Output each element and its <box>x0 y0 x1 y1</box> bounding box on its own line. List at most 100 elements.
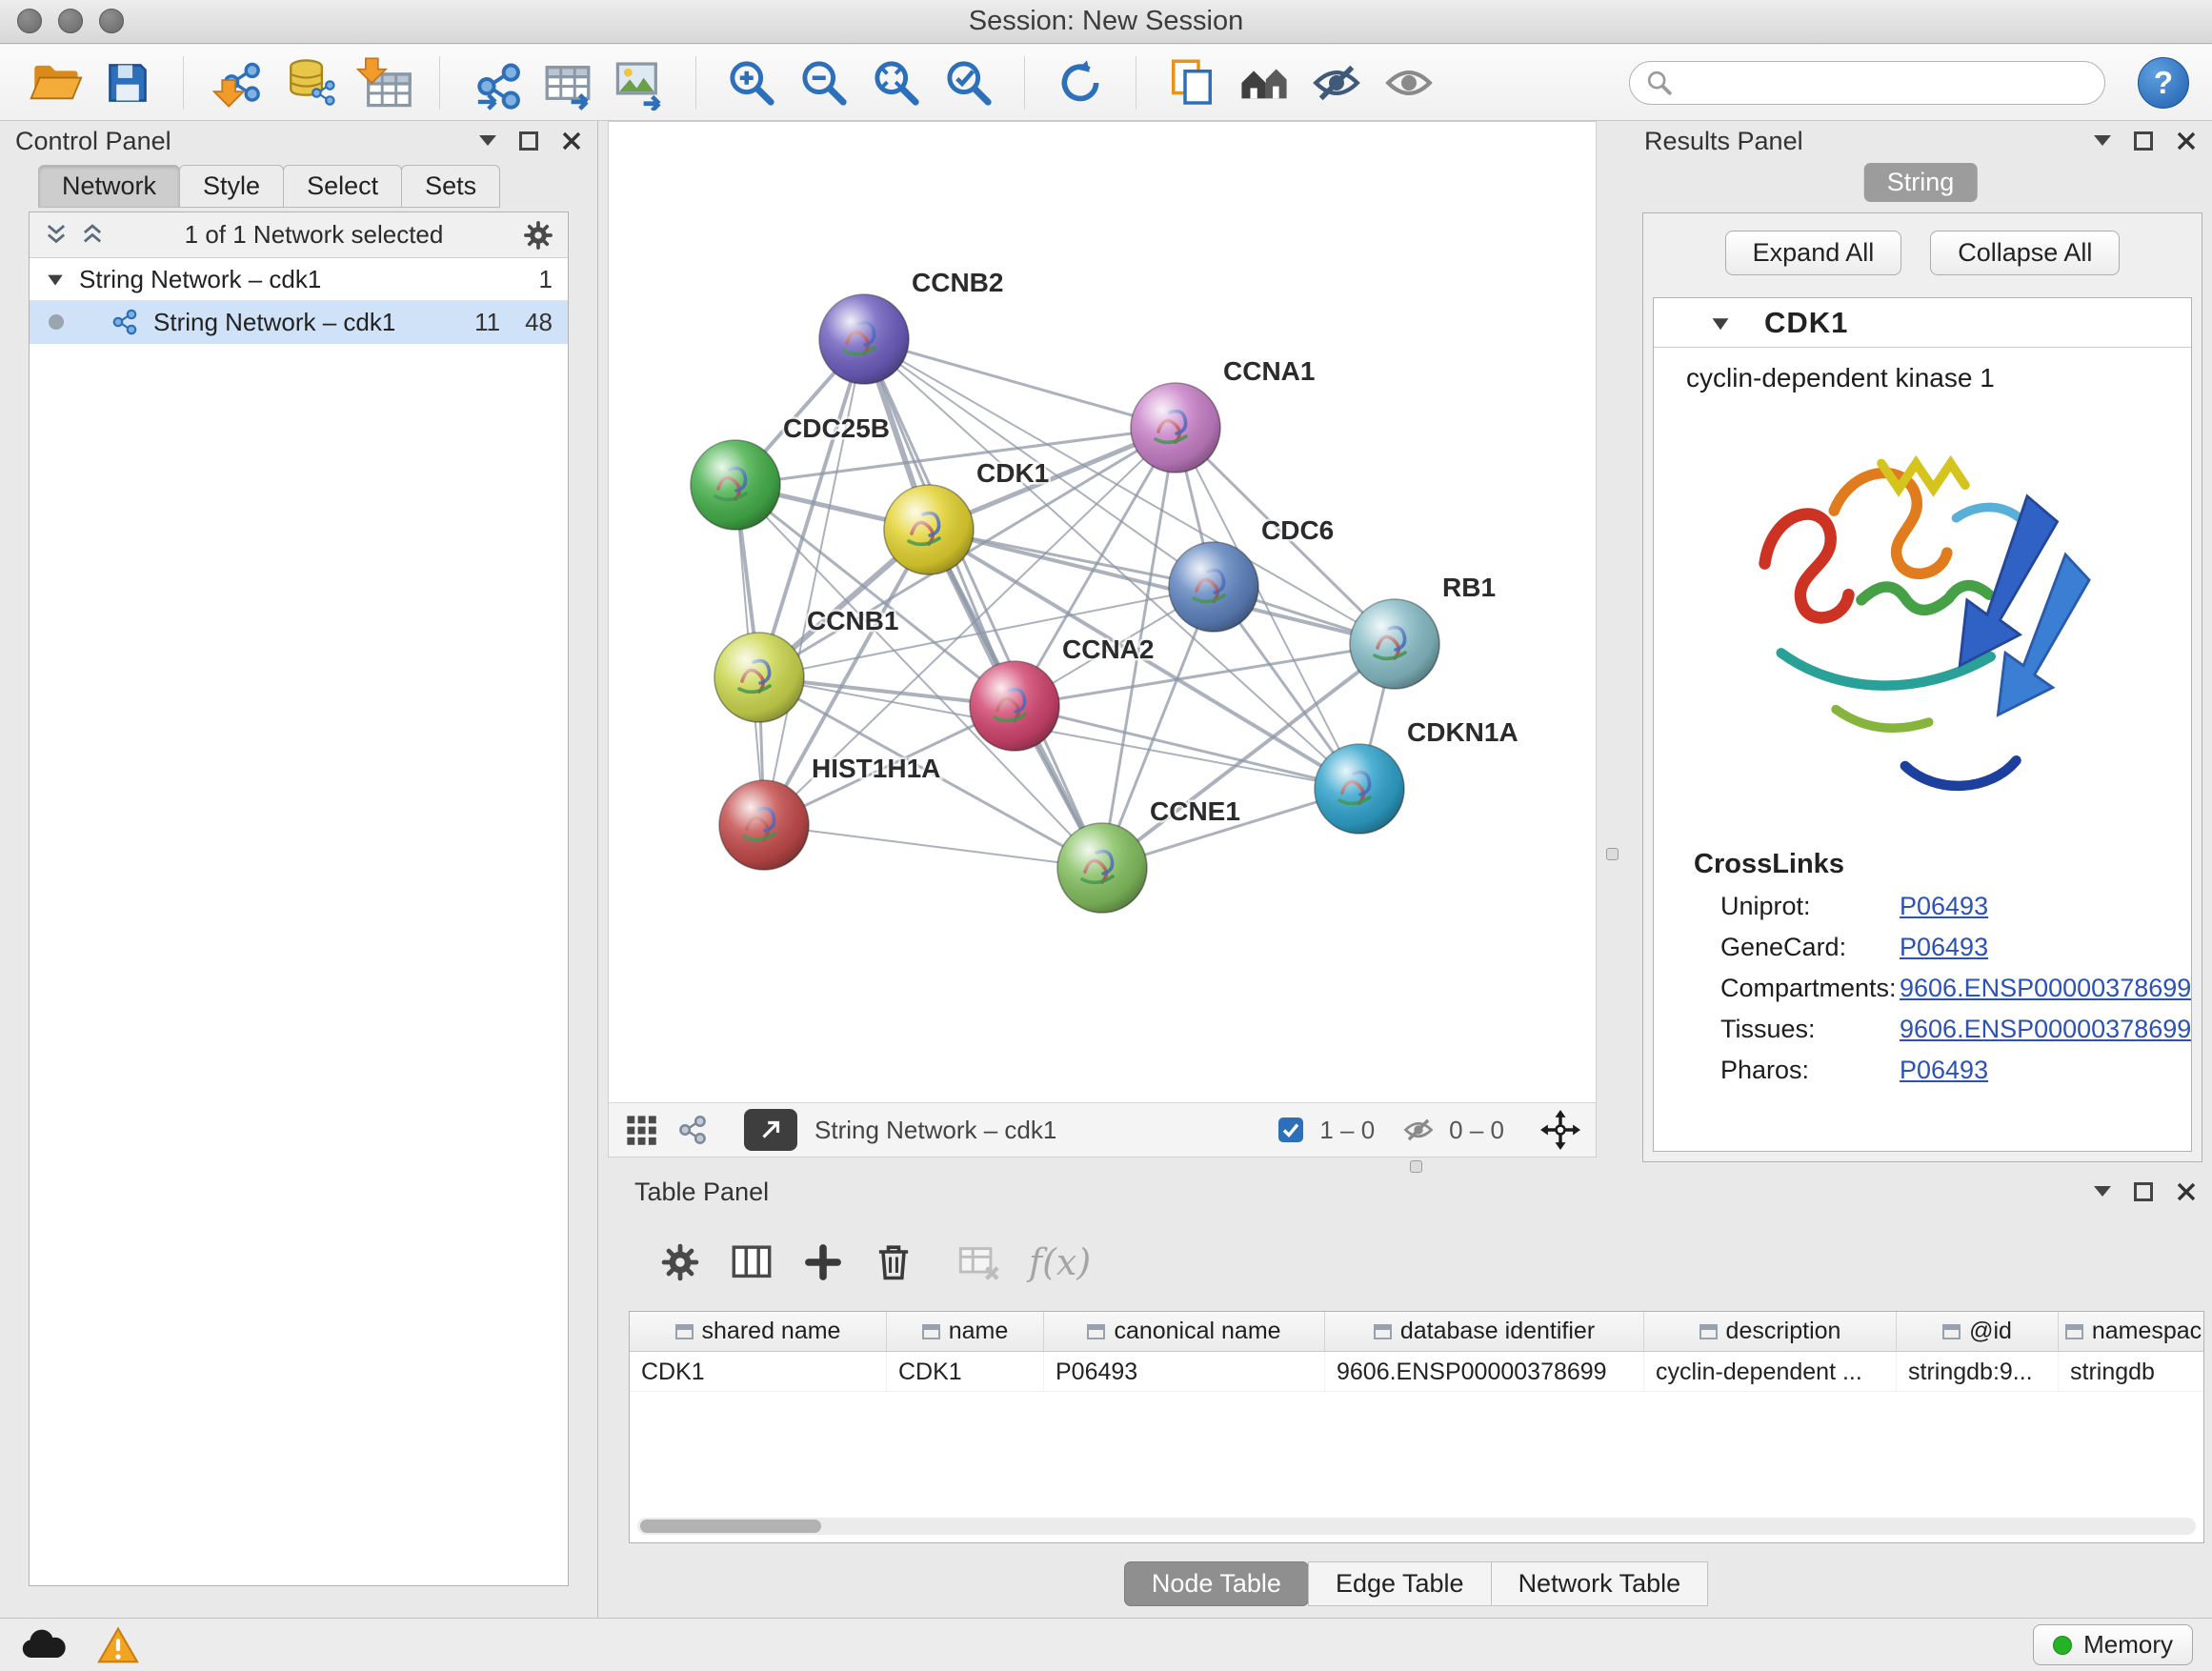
tab-sets[interactable]: Sets <box>401 165 500 208</box>
column-header-database-identifier[interactable]: database identifier <box>1325 1312 1644 1351</box>
panel-collapse-icon[interactable] <box>2094 135 2111 154</box>
network-edge[interactable] <box>764 339 864 825</box>
table-settings-gear-icon[interactable] <box>659 1241 701 1283</box>
minimize-window-button[interactable] <box>58 9 83 33</box>
show-graphics-button[interactable] <box>1377 50 1441 115</box>
close-window-button[interactable] <box>17 9 42 33</box>
table-cell[interactable]: stringdb <box>2059 1352 2204 1391</box>
column-header-namespac[interactable]: namespac <box>2059 1312 2204 1351</box>
help-button[interactable]: ? <box>2138 57 2189 109</box>
network-node-cdc6[interactable]: CDC6 <box>1169 515 1334 632</box>
network-canvas[interactable]: CCNB2CCNA1CDC25BCDK1CDC6RB1CCNB1CCNA2CDK… <box>609 122 1596 1102</box>
panel-float-icon[interactable] <box>519 131 538 151</box>
zoom-out-button[interactable] <box>792 50 856 115</box>
crosslink-value-link[interactable]: P06493 <box>1900 1056 1988 1085</box>
cloud-icon[interactable] <box>19 1626 69 1664</box>
panel-float-icon[interactable] <box>2134 1182 2153 1201</box>
collapse-all-button[interactable]: Collapse All <box>1930 231 2120 275</box>
hidden-eye-slash-icon[interactable] <box>1401 1113 1436 1147</box>
crosslink-value-link[interactable]: P06493 <box>1900 892 1988 921</box>
tab-select[interactable]: Select <box>283 165 402 208</box>
grid-view-icon[interactable] <box>624 1113 658 1147</box>
node-section-header[interactable]: CDK1 <box>1654 298 2191 348</box>
detach-view-button[interactable] <box>744 1109 797 1151</box>
expand-all-icon[interactable] <box>43 222 70 249</box>
new-network-from-selection-button[interactable] <box>463 50 528 115</box>
import-network-from-file-button[interactable] <box>207 50 271 115</box>
toolbar-search[interactable] <box>1629 61 2105 105</box>
panel-collapse-icon[interactable] <box>479 135 496 154</box>
panel-close-icon[interactable] <box>2176 1181 2197 1202</box>
import-network-from-database-button[interactable] <box>279 50 344 115</box>
refresh-view-button[interactable] <box>1048 50 1113 115</box>
export-image-button[interactable] <box>608 50 673 115</box>
crosslink-value-link[interactable]: 9606.ENSP00000378699 <box>1900 1015 2191 1044</box>
network-node-ccna1[interactable]: CCNA1 <box>1131 356 1315 473</box>
column-header-name[interactable]: name <box>887 1312 1044 1351</box>
network-collection-row[interactable]: String Network – cdk1 1 <box>30 258 568 300</box>
network-edge[interactable] <box>864 339 1176 428</box>
table-cell[interactable]: 9606.ENSP00000378699 <box>1325 1352 1644 1391</box>
selected-checkbox-icon[interactable] <box>1276 1115 1306 1145</box>
table-row[interactable]: CDK1CDK1P064939606.ENSP00000378699cyclin… <box>630 1352 2203 1392</box>
network-node-cdkn1a[interactable]: CDKN1A <box>1315 717 1518 834</box>
expand-all-button[interactable]: Expand All <box>1725 231 1902 275</box>
panel-float-icon[interactable] <box>2134 131 2153 151</box>
tab-style[interactable]: Style <box>179 165 284 208</box>
network-icon[interactable] <box>675 1113 710 1147</box>
collapse-all-icon[interactable] <box>79 222 106 249</box>
import-table-from-file-button[interactable] <box>352 50 416 115</box>
gear-icon[interactable] <box>522 219 554 252</box>
panel-collapse-icon[interactable] <box>2094 1186 2111 1205</box>
table-cell[interactable]: CDK1 <box>630 1352 887 1391</box>
export-table-button[interactable] <box>535 50 600 115</box>
window-controls[interactable] <box>17 9 124 33</box>
column-header-id[interactable]: @id <box>1897 1312 2059 1351</box>
table-cell[interactable]: cyclin-dependent ... <box>1644 1352 1897 1391</box>
hide-graphics-button[interactable] <box>1304 50 1369 115</box>
network-edge[interactable] <box>764 825 1102 868</box>
section-disclosure-icon[interactable] <box>1709 312 1732 334</box>
tab-edge-table[interactable]: Edge Table <box>1308 1561 1492 1606</box>
maximize-window-button[interactable] <box>99 9 124 33</box>
tab-string[interactable]: String <box>1864 163 1978 202</box>
splitter-handle[interactable] <box>1606 848 1619 860</box>
splitter-handle[interactable] <box>1410 1160 1422 1173</box>
crosslink-value-link[interactable]: 9606.ENSP00000378699 <box>1900 974 2191 1003</box>
scrollbar-thumb[interactable] <box>640 1520 821 1533</box>
column-header-shared-name[interactable]: shared name <box>630 1312 887 1351</box>
horizontal-scrollbar[interactable] <box>637 1518 2196 1535</box>
tab-network-table[interactable]: Network Table <box>1491 1561 1709 1606</box>
zoom-fit-button[interactable] <box>864 50 929 115</box>
network-view[interactable]: CCNB2CCNA1CDC25BCDK1CDC6RB1CCNB1CCNA2CDK… <box>608 121 1597 1158</box>
fit-selected-crosshair-icon[interactable] <box>1540 1110 1580 1150</box>
table-cell[interactable]: P06493 <box>1044 1352 1325 1391</box>
search-input[interactable] <box>1683 68 2089 97</box>
network-edge[interactable] <box>864 339 1102 868</box>
show-columns-icon[interactable] <box>730 1240 774 1284</box>
column-header-description[interactable]: description <box>1644 1312 1897 1351</box>
add-column-icon[interactable] <box>802 1241 844 1283</box>
open-session-button[interactable] <box>23 50 88 115</box>
tab-network[interactable]: Network <box>38 165 180 208</box>
table-cell[interactable]: stringdb:9... <box>1897 1352 2059 1391</box>
network-row-selected[interactable]: String Network – cdk1 11 48 <box>30 300 568 344</box>
table-cell[interactable]: CDK1 <box>887 1352 1044 1391</box>
network-node-hist1h1a[interactable]: HIST1H1A <box>719 754 940 870</box>
memory-button[interactable]: Memory <box>2033 1624 2193 1665</box>
copy-button[interactable] <box>1159 50 1224 115</box>
disclosure-triangle-icon[interactable] <box>45 269 66 290</box>
save-session-button[interactable] <box>95 50 160 115</box>
delete-column-trash-icon[interactable] <box>873 1241 915 1283</box>
network-edge[interactable] <box>929 530 1395 644</box>
crosslink-value-link[interactable]: P06493 <box>1900 933 1988 962</box>
column-header-canonical-name[interactable]: canonical name <box>1044 1312 1325 1351</box>
zoom-in-button[interactable] <box>719 50 784 115</box>
graphics-details-button[interactable] <box>1232 50 1297 115</box>
warning-icon[interactable] <box>97 1626 139 1664</box>
panel-close-icon[interactable] <box>561 131 582 151</box>
tab-node-table[interactable]: Node Table <box>1124 1561 1309 1606</box>
network-node-rb1[interactable]: RB1 <box>1350 573 1496 689</box>
panel-close-icon[interactable] <box>2176 131 2197 151</box>
zoom-selected-button[interactable] <box>936 50 1001 115</box>
